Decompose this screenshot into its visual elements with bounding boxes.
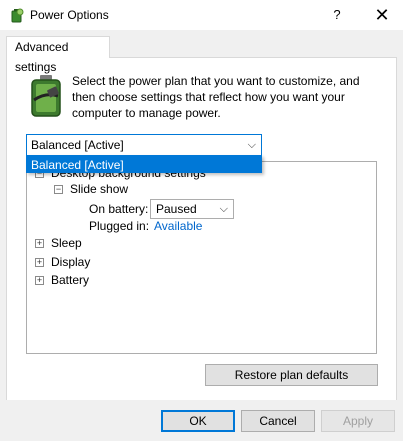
apply-button[interactable]: Apply	[321, 410, 395, 432]
plan-dropdown-value: Balanced [Active]	[31, 138, 124, 152]
chevron-down-icon: ⌵	[247, 139, 256, 151]
power-options-icon	[11, 8, 24, 23]
intro-text: Select the power plan that you want to c…	[72, 74, 360, 120]
restore-plan-defaults-button[interactable]: Restore plan defaults	[205, 364, 378, 386]
chevron-down-icon: ⌵	[219, 203, 228, 215]
cancel-button[interactable]: Cancel	[241, 410, 315, 432]
tree-item-label: Display	[51, 255, 91, 269]
close-button[interactable]: ✕	[364, 0, 400, 30]
help-button[interactable]: ?	[322, 0, 352, 30]
collapse-icon[interactable]: −	[54, 185, 63, 194]
on-battery-label: On battery:	[89, 202, 149, 216]
plugged-in-label: Plugged in:	[89, 219, 150, 233]
expand-icon[interactable]: +	[35, 258, 44, 267]
on-battery-select[interactable]: Paused ⌵	[150, 199, 234, 219]
expand-icon[interactable]: +	[35, 239, 44, 248]
expand-icon[interactable]: +	[35, 276, 44, 285]
window-title: Power Options	[30, 8, 109, 22]
plugged-in-value-link[interactable]: Available	[154, 218, 202, 234]
tree-item-label: Battery	[51, 273, 90, 287]
plan-option-balanced[interactable]: Balanced [Active]	[26, 155, 262, 173]
plan-dropdown[interactable]: Balanced [Active] ⌵	[26, 134, 262, 156]
on-battery-value: Paused	[156, 202, 197, 216]
tree-item-label: Slide show	[70, 182, 129, 196]
ok-button[interactable]: OK	[161, 410, 235, 432]
title-bar: Power Options ? ✕	[0, 0, 403, 30]
tree-item-label: Sleep	[51, 236, 82, 250]
battery-plug-icon	[31, 75, 61, 117]
tab-advanced-settings[interactable]: Advanced settings	[6, 36, 110, 74]
